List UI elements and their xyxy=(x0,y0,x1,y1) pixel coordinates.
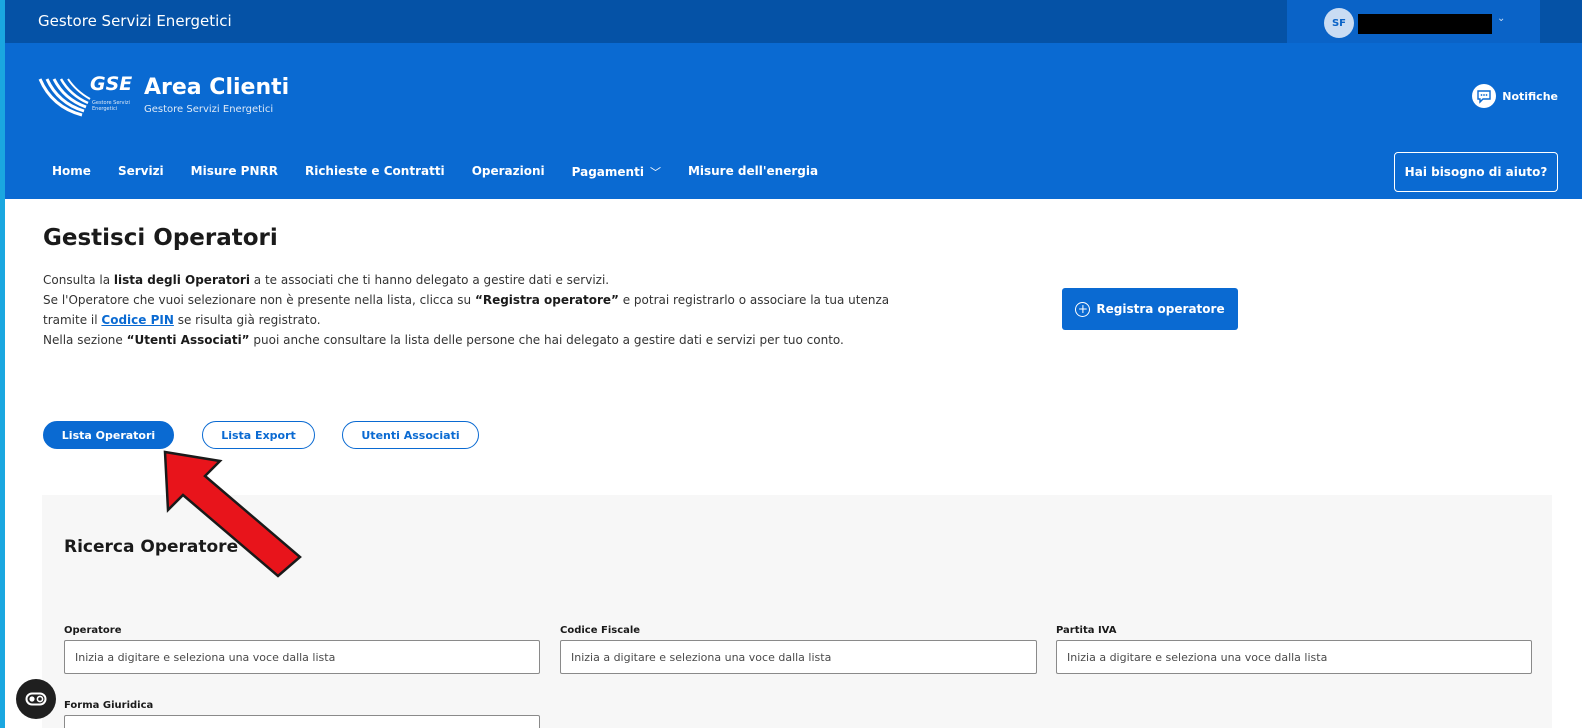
gse-logo[interactable]: GSE Gestore Servizi Energetici xyxy=(38,73,133,123)
desc-text: Consulta la xyxy=(43,273,114,287)
tab-utenti-associati[interactable]: Utenti Associati xyxy=(342,421,479,449)
chat-bubble-icon xyxy=(1472,84,1497,108)
desc-bold: “Utenti Associati” xyxy=(126,333,250,347)
top-bar: Gestore Servizi Energetici SF ⌄ xyxy=(5,0,1582,43)
logo-text: GSE xyxy=(90,73,133,95)
nav-item-pagamenti-label: Pagamenti xyxy=(571,165,644,179)
avatar[interactable]: SF xyxy=(1324,8,1354,38)
help-button[interactable]: Hai bisogno di aiuto? xyxy=(1394,152,1558,192)
nav-item-servizi[interactable]: Servizi xyxy=(118,164,164,180)
forma-giuridica-label: Forma Giuridica xyxy=(64,700,154,711)
tab-lista-export[interactable]: Lista Export xyxy=(202,421,315,449)
nav-item-richieste-contratti[interactable]: Richieste e Contratti xyxy=(305,164,445,180)
nav-item-home[interactable]: Home xyxy=(52,164,91,180)
chevron-down-icon[interactable]: ⌄ xyxy=(1497,13,1505,24)
register-operator-button[interactable]: + Registra operatore xyxy=(1062,288,1238,330)
chevron-down-icon: ﹀ xyxy=(649,166,661,179)
desc-text: Nella sezione xyxy=(43,333,127,347)
desc-bold: lista degli Operatori xyxy=(113,273,250,287)
nav-item-operazioni[interactable]: Operazioni xyxy=(472,164,545,180)
operatore-input[interactable]: Inizia a digitare e seleziona una voce d… xyxy=(64,640,540,674)
nav-item-misure-pnrr[interactable]: Misure PNRR xyxy=(191,164,278,180)
register-operator-label: Registra operatore xyxy=(1096,302,1225,316)
notifications-label: Notifiche xyxy=(1502,89,1558,103)
logo-small-text: Gestore Servizi Energetici xyxy=(92,100,130,112)
cookie-settings-icon[interactable] xyxy=(16,679,56,719)
desc-text: a te associati che ti hanno delegato a g… xyxy=(249,273,610,287)
partita-iva-input[interactable]: Inizia a digitare e seleziona una voce d… xyxy=(1056,640,1532,674)
page-description: Consulta la lista degli Operatori a te a… xyxy=(43,270,918,350)
desc-text: puoi anche consultare la lista delle per… xyxy=(249,333,844,347)
user-menu[interactable]: SF ⌄ xyxy=(1287,0,1540,43)
desc-text: se risulta già registrato. xyxy=(173,313,321,327)
page-frame: Gestore Servizi Energetici SF ⌄ GSE Gest… xyxy=(5,0,1582,728)
codice-fiscale-input[interactable]: Inizia a digitare e seleziona una voce d… xyxy=(560,640,1037,674)
red-arrow-icon xyxy=(163,450,302,578)
partita-iva-label: Partita IVA xyxy=(1056,625,1117,636)
redacted-username xyxy=(1358,14,1492,34)
app-title[interactable]: Area Clienti xyxy=(144,75,289,100)
codice-fiscale-label: Codice Fiscale xyxy=(560,625,641,636)
operatore-label: Operatore xyxy=(64,625,122,636)
desc-text: Se l'Operatore che vuoi selezionare non … xyxy=(43,293,475,307)
page-title: Gestisci Operatori xyxy=(43,225,278,251)
notifications-button[interactable]: Notifiche xyxy=(1472,84,1558,108)
forma-giuridica-select[interactable] xyxy=(64,715,540,728)
codice-pin-link[interactable]: Codice PIN xyxy=(101,313,174,327)
site-header: GSE Gestore Servizi Energetici Area Clie… xyxy=(5,43,1582,199)
nav-item-pagamenti[interactable]: Pagamenti ﹀ xyxy=(572,164,661,180)
desc-bold: “Registra operatore” xyxy=(474,293,619,307)
nav-item-misure-energia[interactable]: Misure dell'energia xyxy=(688,164,818,180)
tab-lista-operatori[interactable]: Lista Operatori xyxy=(43,421,174,449)
plus-circle-icon: + xyxy=(1075,301,1091,317)
main-nav: Home Servizi Misure PNRR Richieste e Con… xyxy=(52,164,845,180)
app-subtitle: Gestore Servizi Energetici xyxy=(144,104,274,115)
top-brand[interactable]: Gestore Servizi Energetici xyxy=(38,12,232,30)
